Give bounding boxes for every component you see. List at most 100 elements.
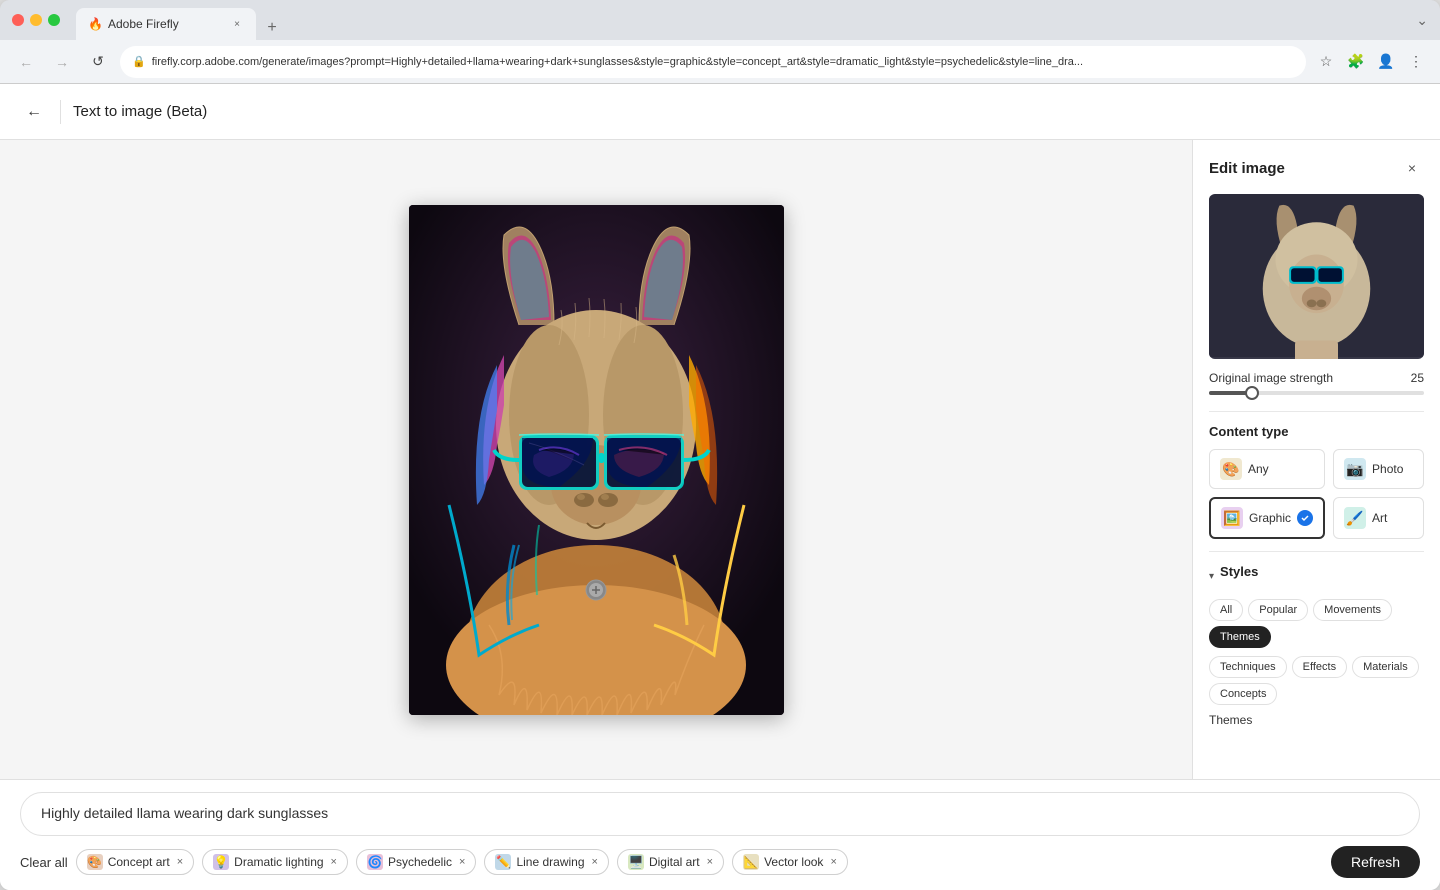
app-header: ← Text to image (Beta): [0, 84, 1440, 140]
chip-psychedelic-icon: 🌀: [367, 854, 383, 870]
clear-all-button[interactable]: Clear all: [20, 851, 68, 874]
styles-tabs-row2: Techniques Effects Materials Concepts: [1209, 656, 1424, 705]
slider-track[interactable]: [1209, 391, 1424, 395]
app-container: ← Text to image (Beta): [0, 84, 1440, 890]
tab-bar: 🔥 Adobe Firefly × +: [76, 0, 1408, 40]
content-type-section: Content type 🎨 Any 📷 Photo 🖼️ Graphic: [1209, 424, 1424, 539]
llama-svg: [409, 205, 784, 715]
content-type-graphic[interactable]: 🖼️ Graphic: [1209, 497, 1325, 539]
slider-label: Original image strength: [1209, 371, 1333, 385]
chip-digital-art[interactable]: 🖥️ Digital art ×: [617, 849, 724, 875]
chip-psychedelic-remove[interactable]: ×: [459, 856, 465, 868]
close-traffic-light[interactable]: [12, 14, 24, 26]
style-tab-concepts[interactable]: Concepts: [1209, 683, 1277, 705]
styles-bar: Clear all 🎨 Concept art × 💡 Dramatic lig…: [20, 846, 1420, 878]
back-nav-button[interactable]: ←: [12, 48, 40, 76]
style-tab-techniques[interactable]: Techniques: [1209, 656, 1287, 678]
tab-close-button[interactable]: ×: [230, 17, 244, 31]
style-tab-popular[interactable]: Popular: [1248, 599, 1308, 621]
header-divider: [60, 100, 61, 124]
any-icon: 🎨: [1220, 458, 1242, 480]
graphic-check-badge: [1297, 510, 1313, 526]
chip-vector-look-icon: 📐: [743, 854, 759, 870]
chip-line-drawing[interactable]: ✏️ Line drawing ×: [484, 849, 608, 875]
url-text: firefly.corp.adobe.com/generate/images?p…: [152, 56, 1294, 68]
prompt-text: Highly detailed llama wearing dark sungl…: [41, 805, 328, 821]
photo-label: Photo: [1372, 462, 1403, 476]
url-bar[interactable]: 🔒 firefly.corp.adobe.com/generate/images…: [120, 46, 1306, 78]
edit-image-thumbnail: [1209, 194, 1424, 359]
chip-line-drawing-remove[interactable]: ×: [592, 856, 598, 868]
chip-dramatic-lighting-icon: 💡: [213, 854, 229, 870]
chip-dramatic-lighting[interactable]: 💡 Dramatic lighting ×: [202, 849, 348, 875]
address-bar: ← → ↺ 🔒 firefly.corp.adobe.com/generate/…: [0, 40, 1440, 84]
chip-concept-art[interactable]: 🎨 Concept art ×: [76, 849, 194, 875]
tab-title: Adobe Firefly: [108, 17, 224, 31]
minimize-traffic-light[interactable]: [30, 14, 42, 26]
main-content: Edit image ×: [0, 140, 1440, 779]
edit-panel-header: Edit image ×: [1209, 156, 1424, 180]
bottom-bar: Highly detailed llama wearing dark sungl…: [0, 779, 1440, 890]
style-tab-effects[interactable]: Effects: [1292, 656, 1347, 678]
content-type-title: Content type: [1209, 424, 1424, 439]
new-tab-button[interactable]: +: [260, 16, 284, 40]
photo-icon: 📷: [1344, 458, 1366, 480]
chip-digital-art-label: Digital art: [649, 855, 700, 869]
styles-section: ▾ Styles All Popular Movements Themes Te…: [1209, 564, 1424, 727]
chip-psychedelic[interactable]: 🌀 Psychedelic ×: [356, 849, 476, 875]
extensions-button[interactable]: 🧩: [1344, 50, 1368, 74]
style-tab-themes[interactable]: Themes: [1209, 626, 1271, 648]
chip-line-drawing-label: Line drawing: [516, 855, 584, 869]
menu-button[interactable]: ⋮: [1404, 50, 1428, 74]
chip-vector-look[interactable]: 📐 Vector look ×: [732, 849, 848, 875]
fullscreen-traffic-light[interactable]: [48, 14, 60, 26]
slider-label-row: Original image strength 25: [1209, 371, 1424, 385]
slider-thumb[interactable]: [1245, 386, 1259, 400]
content-type-any[interactable]: 🎨 Any: [1209, 449, 1325, 489]
styles-header: ▾ Styles: [1209, 564, 1424, 589]
chip-concept-art-remove[interactable]: ×: [177, 856, 183, 868]
thumbnail-svg: [1209, 194, 1424, 359]
chip-dramatic-lighting-label: Dramatic lighting: [234, 855, 323, 869]
generated-image: [409, 205, 784, 715]
traffic-lights: [12, 14, 60, 26]
edit-panel: Edit image ×: [1192, 140, 1440, 779]
app-back-button[interactable]: ←: [20, 98, 48, 126]
any-label: Any: [1248, 462, 1269, 476]
bookmark-button[interactable]: ☆: [1314, 50, 1338, 74]
chip-concept-art-label: Concept art: [108, 855, 170, 869]
themes-label: Themes: [1209, 713, 1424, 727]
styles-chevron-icon: ▾: [1209, 571, 1214, 582]
refresh-button[interactable]: Refresh: [1331, 846, 1420, 878]
chip-digital-art-remove[interactable]: ×: [707, 856, 713, 868]
panel-divider-2: [1209, 551, 1424, 552]
canvas-area: [0, 140, 1192, 779]
style-tab-materials[interactable]: Materials: [1352, 656, 1419, 678]
expand-button[interactable]: ⌄: [1416, 12, 1428, 29]
profile-button[interactable]: 👤: [1374, 50, 1398, 74]
graphic-label: Graphic: [1249, 511, 1291, 525]
active-tab[interactable]: 🔥 Adobe Firefly ×: [76, 8, 256, 40]
style-tab-all[interactable]: All: [1209, 599, 1243, 621]
content-type-art[interactable]: 🖌️ Art: [1333, 497, 1424, 539]
chip-dramatic-lighting-remove[interactable]: ×: [331, 856, 337, 868]
edit-panel-title: Edit image: [1209, 160, 1285, 177]
chip-vector-look-label: Vector look: [764, 855, 823, 869]
content-type-grid: 🎨 Any 📷 Photo 🖼️ Graphic: [1209, 449, 1424, 539]
reload-nav-button[interactable]: ↺: [84, 48, 112, 76]
chip-digital-art-icon: 🖥️: [628, 854, 644, 870]
art-label: Art: [1372, 511, 1387, 525]
browser-window: 🔥 Adobe Firefly × + ⌄ ← → ↺ 🔒 firefly.co…: [0, 0, 1440, 890]
lock-icon: 🔒: [132, 55, 146, 68]
image-strength-section: Original image strength 25: [1209, 371, 1424, 395]
prompt-box[interactable]: Highly detailed llama wearing dark sungl…: [20, 792, 1420, 836]
chip-vector-look-remove[interactable]: ×: [830, 856, 836, 868]
style-tab-movements[interactable]: Movements: [1313, 599, 1392, 621]
close-panel-button[interactable]: ×: [1400, 156, 1424, 180]
chip-line-drawing-icon: ✏️: [495, 854, 511, 870]
forward-nav-button[interactable]: →: [48, 48, 76, 76]
browser-actions: ☆ 🧩 👤 ⋮: [1314, 50, 1428, 74]
content-type-photo[interactable]: 📷 Photo: [1333, 449, 1424, 489]
chip-psychedelic-label: Psychedelic: [388, 855, 452, 869]
styles-title: Styles: [1220, 564, 1258, 579]
